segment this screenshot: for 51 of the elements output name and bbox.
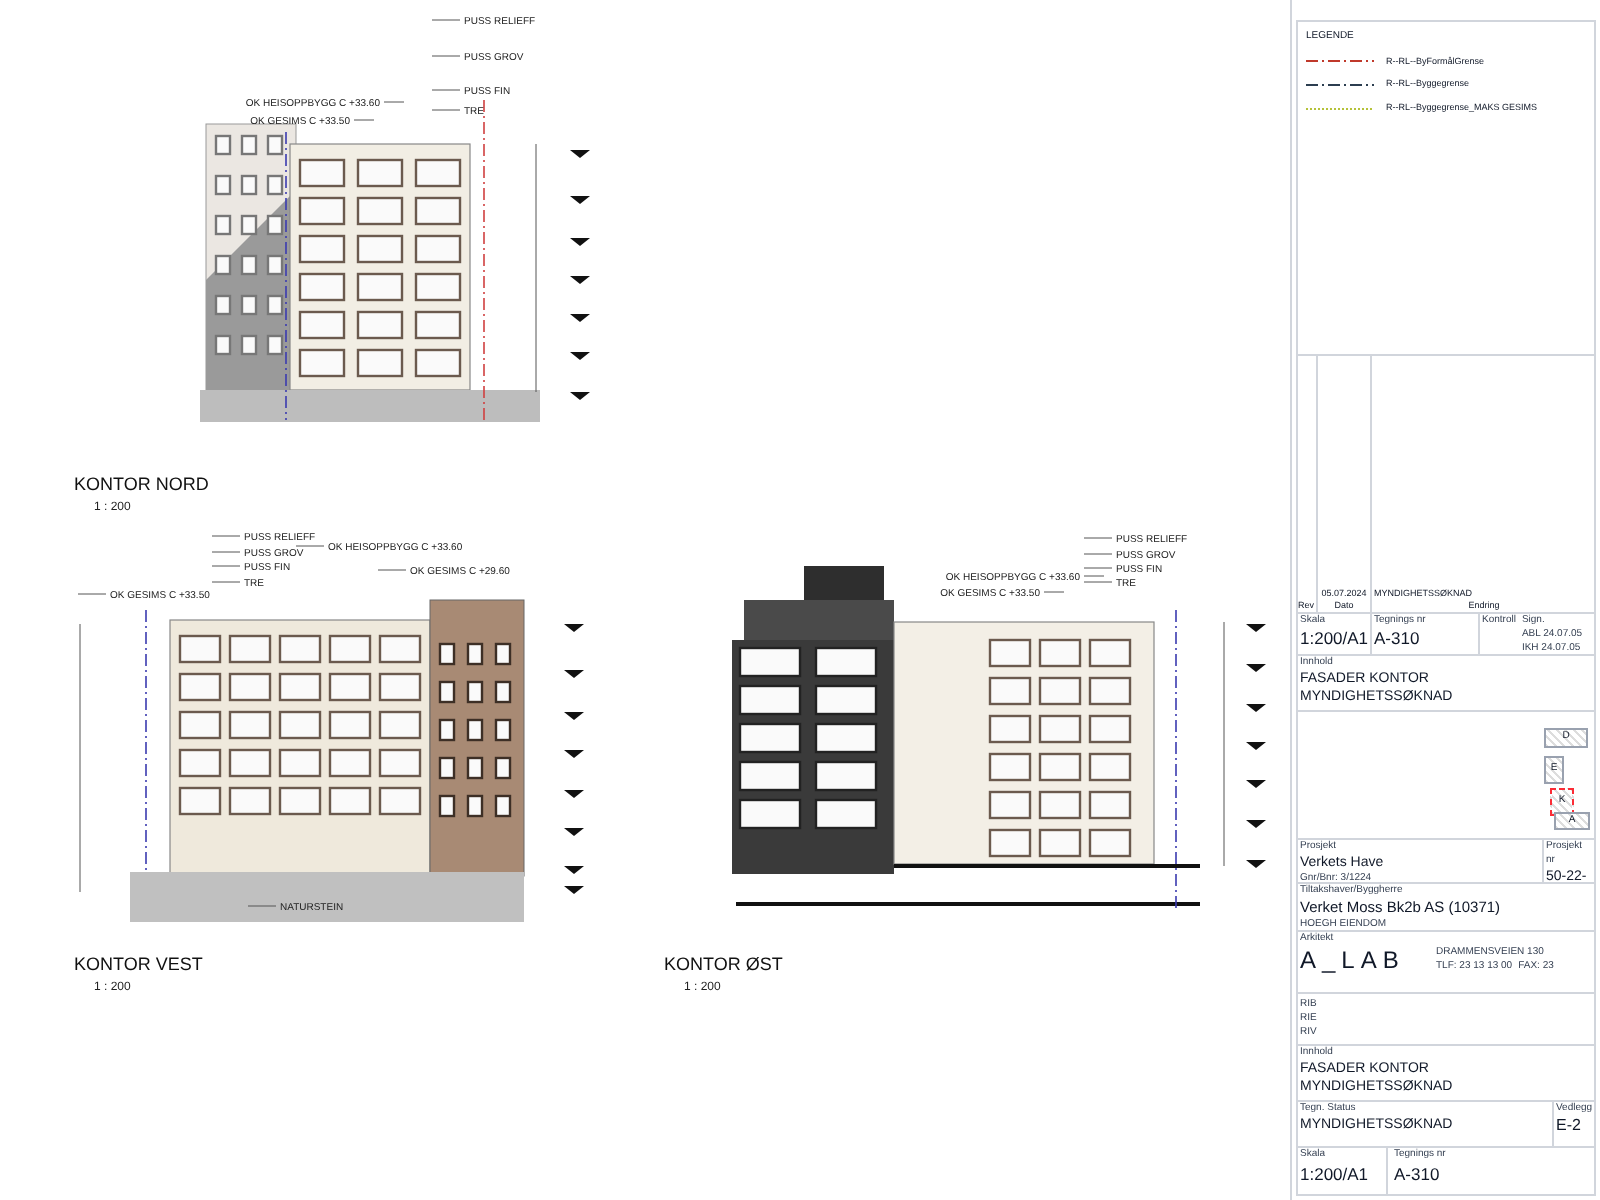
leader-line — [211, 551, 241, 553]
view-title: KONTOR VEST — [74, 954, 203, 974]
level-marker-icon — [564, 790, 584, 798]
leader-line — [353, 119, 375, 121]
level-marker-icon — [1246, 860, 1266, 868]
level-marker-icon — [1246, 664, 1266, 672]
leader-line — [377, 569, 407, 571]
level-marker-icon — [564, 866, 584, 874]
leader-line — [1083, 575, 1105, 577]
scale-value: 1:200/A1 — [1300, 1162, 1371, 1186]
level-marker-icon — [564, 886, 584, 894]
leader-line — [211, 535, 241, 537]
level-marker-icon — [570, 150, 590, 158]
leader-line — [431, 19, 461, 21]
level-marker-icon — [564, 624, 584, 632]
leader-line — [431, 89, 461, 91]
level-marker-icon — [564, 670, 584, 678]
level-marker-icon — [570, 276, 590, 284]
leader-line — [383, 101, 405, 103]
leader-line — [211, 581, 241, 583]
leader-line — [1083, 537, 1113, 539]
level-marker-icon — [570, 238, 590, 246]
leader-line — [431, 55, 461, 57]
level-marker-icon — [570, 314, 590, 322]
leader-line — [295, 545, 325, 547]
level-marker-icon — [564, 828, 584, 836]
level-marker-icon — [1246, 624, 1266, 632]
leader-line — [1083, 581, 1113, 583]
leader-line — [77, 593, 107, 595]
level-marker-icon — [1246, 820, 1266, 828]
leader-line — [1043, 591, 1065, 593]
scale-value: 1:200/A1 — [1300, 628, 1368, 650]
architect-logo: A_LAB — [1300, 946, 1407, 974]
drawing-number: A-310 — [1374, 628, 1422, 650]
level-marker-icon — [564, 712, 584, 720]
level-marker-icon — [570, 392, 590, 400]
level-marker-icon — [570, 196, 590, 204]
attachment-number: E-2 — [1556, 1116, 1583, 1136]
view-title: KONTOR ØST — [664, 954, 783, 974]
drawing-number: A-310 — [1394, 1162, 1442, 1186]
view-title: KONTOR NORD — [74, 474, 209, 494]
level-marker-icon — [1246, 704, 1266, 712]
level-marker-icon — [564, 750, 584, 758]
leader-line — [1083, 553, 1113, 555]
leader-line — [1083, 567, 1113, 569]
leader-line — [211, 565, 241, 567]
level-marker-icon — [570, 352, 590, 360]
level-marker-icon — [1246, 742, 1266, 750]
level-marker-icon — [1246, 780, 1266, 788]
leader-line — [431, 109, 461, 111]
leader-line — [247, 905, 277, 907]
